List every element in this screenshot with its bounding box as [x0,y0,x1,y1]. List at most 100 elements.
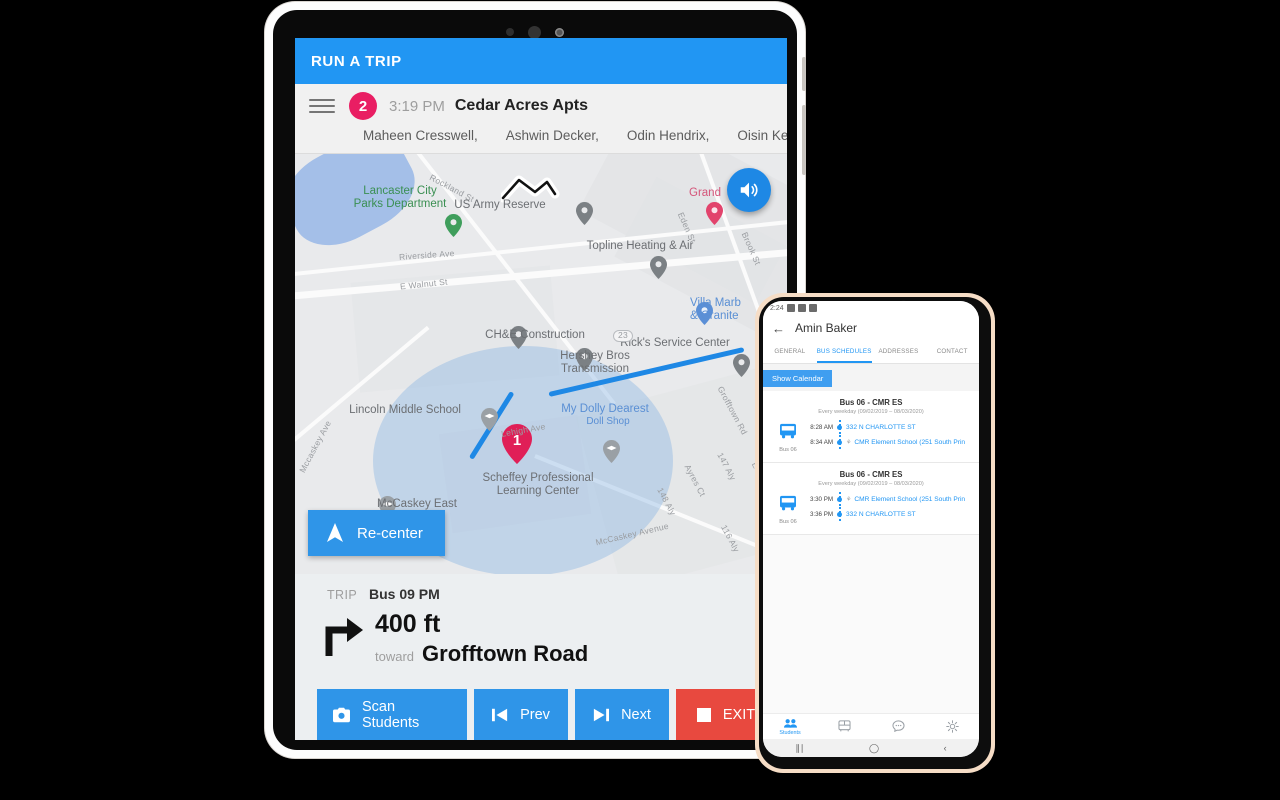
stop-name[interactable]: CMR Element School (251 South Prin [854,439,965,446]
stop-time: 8:28 AM [810,424,833,431]
stop-item[interactable]: 8:28 AM 332 N CHARLOTTE ST [805,420,971,435]
phone-device: 2:24 ← Amin Baker GENERAL BUS SCHEDULES … [755,293,995,773]
bus-info: Bus 06 [771,420,805,453]
scan-students-label: Scan Students [361,698,420,731]
android-system-nav: ∥∣ ◯ ‹ [763,739,979,757]
map-pin[interactable] [733,354,750,377]
next-button[interactable]: Next [575,688,669,740]
stop-time: 3:19 PM [389,97,445,115]
status-icon [808,304,817,312]
stop-item[interactable]: 3:30 PM ⚘ CMR Element School (251 South … [805,492,971,507]
stop-item[interactable]: 3:36 PM 332 N CHARLOTTE ST [805,507,971,522]
people-icon [783,718,797,728]
bus-icon [837,720,851,732]
stop-list: 8:28 AM 332 N CHARLOTTE ST 8:34 AM ⚘ CMR… [805,420,971,450]
map-pin[interactable] [576,202,593,225]
tablet-screen: RUN A TRIP 2 3:19 PM Cedar Acres Apts Ma… [295,38,787,740]
turn-right-icon [323,616,369,661]
bus-label: Bus 06 [779,519,797,525]
map-pin-store[interactable] [696,302,713,325]
map-street-label: Mccaskey Ave [297,418,334,475]
speaker-dot-icon [528,25,541,39]
nav-item-students[interactable]: Students [763,718,817,736]
recenter-button[interactable]: Re-center [308,510,445,556]
skip-next-icon [593,708,610,721]
schedule-title: Bus 06 - CMR ES [839,398,903,407]
bus-info: Bus 06 [771,492,805,525]
skip-previous-icon [492,708,508,721]
nav-item-messages[interactable] [871,720,925,733]
stop-name: Cedar Acres Apts [454,97,588,114]
arrow-back-icon[interactable]: ← [772,322,785,335]
map-pin[interactable] [510,326,527,349]
trip-summary-row: TRIP Bus 09 PM [295,586,787,602]
status-icon [786,304,795,312]
nav-item-buses[interactable] [817,720,871,733]
trip-info-panel: TRIP Bus 09 PM 400 ft toward Grofftown R… [295,574,787,740]
stop-time: 3:36 PM [809,511,833,518]
map-pin[interactable] [576,348,593,371]
action-button-row: Scan Students Prev Next EXIT [295,667,787,740]
toward-road-name: Grofftown Road [422,640,589,666]
tablet-device: RUN A TRIP 2 3:19 PM Cedar Acres Apts Ma… [265,2,806,758]
school-pin-icon: ⚘ [846,440,852,446]
route-direction-arrow-icon [501,175,560,203]
back-icon[interactable]: ‹ [944,743,947,753]
map-view[interactable]: 1 Lancaster City Parks Department US Arm… [295,154,787,574]
timeline-marker [836,420,843,435]
map-pin-park[interactable] [445,214,462,237]
map-label: Rick's Service Center [620,337,730,349]
recents-icon[interactable]: ∥∣ [795,743,804,754]
stop-item[interactable]: 8:34 AM ⚘ CMR Element School (251 South … [805,435,971,450]
schedule-card[interactable]: Bus 06 - CMR ES Every weekday (09/02/201… [763,391,979,463]
camera-icon [333,707,350,722]
scan-students-button[interactable]: Scan Students [317,688,467,740]
front-camera-icon [555,27,564,37]
school-pin-icon: ⚘ [846,497,852,503]
nav-item-settings[interactable] [925,719,979,734]
phone-bottom-nav: Students [763,713,979,739]
map-pin-current-stop[interactable]: 1 [502,424,532,464]
tab-bus-schedules[interactable]: BUS SCHEDULES [816,341,872,363]
hamburger-menu-icon[interactable] [309,99,335,113]
phone-screen: 2:24 ← Amin Baker GENERAL BUS SCHEDULES … [763,301,979,757]
power-button[interactable] [802,105,806,175]
volume-up-icon-button[interactable] [727,168,771,212]
sensor-dot-icon [506,28,514,36]
rider-name: Odin Hendrix, [626,128,710,143]
stop-time: 3:30 PM [809,496,833,503]
tab-addresses[interactable]: ADDRESSES [872,341,926,363]
map-river [295,154,429,262]
bus-icon [780,495,796,511]
trip-label: TRIP [327,588,358,602]
map-pin[interactable] [650,256,667,279]
schedule-card[interactable]: Bus 06 - CMR ES Every weekday (09/02/201… [763,463,979,535]
app-bar: RUN A TRIP [295,38,787,84]
map-pin-store[interactable] [706,202,723,225]
bus-label: Bus 06 [779,447,797,453]
distance-to-turn: 400 ft [375,610,441,638]
status-time: 2:24 [770,304,784,312]
phone-status-bar: 2:24 [763,301,979,315]
volume-button[interactable] [802,57,806,91]
stop-name[interactable]: 332 N CHARLOTTE ST [846,511,916,518]
tablet-side-buttons[interactable] [802,57,806,272]
show-calendar-button[interactable]: Show Calendar [763,370,833,387]
stop-name[interactable]: 332 N CHARLOTTE ST [846,424,916,431]
gear-icon [945,719,959,733]
next-label: Next [621,706,651,723]
home-icon[interactable]: ◯ [869,743,879,754]
map-pin-school[interactable] [481,408,498,431]
tab-contact[interactable]: CONTACT [925,341,979,363]
page-title: RUN A TRIP [311,52,402,70]
content-spacer [763,535,979,713]
tab-general[interactable]: GENERAL [763,341,817,363]
bus-icon [780,423,796,439]
student-name-title: Amin Baker [795,321,858,335]
timeline-marker [836,507,843,522]
map-pin-school[interactable] [603,440,620,463]
map-route-shield: 23 [613,330,634,342]
prev-button[interactable]: Prev [474,688,568,740]
stop-name[interactable]: CMR Element School (251 South Prin [854,496,965,503]
trip-value: Bus 09 PM [369,586,440,602]
